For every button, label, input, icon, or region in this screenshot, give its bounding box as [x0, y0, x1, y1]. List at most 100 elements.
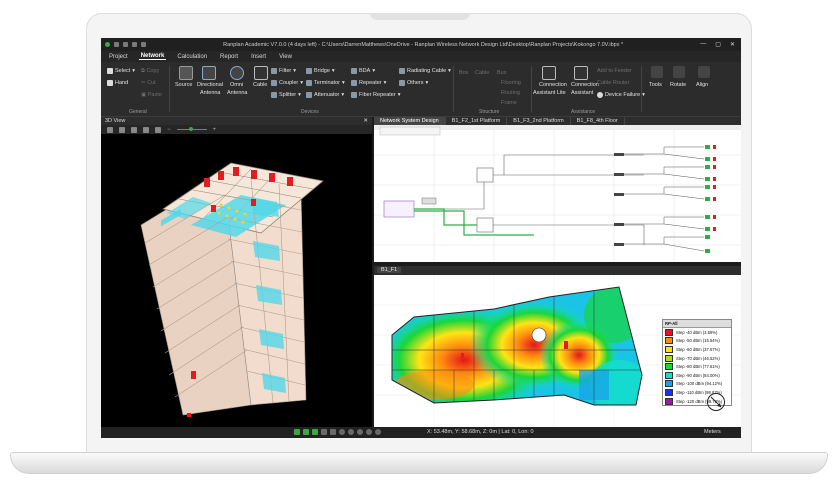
connection-lite-label-2[interactable]: Assistant Lite [533, 90, 566, 96]
legend-swatch [665, 345, 673, 353]
paste-tool[interactable]: ▣ Paste [141, 92, 162, 98]
zoom-out-status-icon[interactable] [348, 429, 354, 435]
tools-button[interactable]: Tools [649, 82, 662, 88]
structure-routing[interactable]: Routing [501, 90, 520, 96]
fit-view-icon[interactable] [330, 429, 336, 435]
rotate-icon[interactable] [673, 66, 685, 78]
pan-icon[interactable] [375, 429, 381, 435]
others-button[interactable]: Others ▾ [399, 80, 428, 86]
layer-toggle-icon[interactable] [321, 429, 327, 435]
legend-item[interactable]: Step -60 dBm (37.67%) [663, 345, 731, 354]
open-icon[interactable] [123, 42, 128, 47]
structure-flooring[interactable]: Flooring [501, 80, 521, 86]
filter-view-icon[interactable] [155, 126, 161, 133]
layers-icon[interactable] [131, 126, 137, 133]
others-icon [399, 80, 405, 86]
select-tool[interactable]: Select ▾ [107, 68, 135, 74]
tab-b1-f8[interactable]: B1_F8_4th Floor [571, 117, 625, 125]
structure-bus[interactable]: Bus [497, 70, 506, 76]
zoom-in-icon[interactable]: + [213, 127, 217, 133]
directional-antenna-icon[interactable] [202, 66, 216, 80]
connection-lite-label-1[interactable]: Connection [539, 82, 567, 88]
ribbon-divider [453, 66, 454, 112]
directional-antenna-label-1[interactable]: Directional [197, 82, 223, 88]
connection-lite-icon[interactable] [542, 66, 556, 80]
menu-calculation[interactable]: Calculation [175, 54, 209, 60]
fiber-repeater-button[interactable]: Fiber Repeater ▾ [351, 92, 400, 98]
view-3d-pane[interactable]: 3D View ✕ − + [101, 117, 372, 427]
save-icon[interactable] [114, 42, 119, 47]
hand-tool[interactable]: Hand [107, 80, 128, 86]
directional-antenna-label-2[interactable]: Antenna [200, 90, 221, 96]
omni-antenna-label-2[interactable]: Antenna [227, 90, 248, 96]
device-failure-button[interactable]: Device Failure ▾ [597, 92, 645, 98]
omni-antenna-label-1[interactable]: Omni [230, 82, 243, 88]
undo-icon[interactable] [132, 42, 137, 47]
menu-insert[interactable]: Insert [249, 54, 268, 60]
omni-antenna-icon[interactable] [230, 66, 244, 80]
menu-project[interactable]: Project [107, 54, 130, 60]
legend-item[interactable]: Step -40 dBm (3.59%) [663, 328, 731, 337]
network-schematic-pane[interactable] [374, 125, 741, 262]
menu-bar: Project Network Calculation Report Inser… [101, 51, 741, 62]
zoom-out-icon[interactable]: − [167, 127, 171, 133]
connection-assistant-label-1[interactable]: Connection [571, 82, 599, 88]
grid-icon[interactable] [303, 429, 309, 435]
menu-view[interactable]: View [277, 54, 294, 60]
tab-network-system-design[interactable]: Network System Design [374, 117, 446, 125]
align-button[interactable]: Align [696, 82, 708, 88]
ortho-icon[interactable] [312, 429, 318, 435]
cable-icon[interactable] [254, 66, 268, 80]
radiating-cable-button[interactable]: Radiating Cable ▾ [399, 68, 451, 74]
splitter-button[interactable]: Splitter ▾ [271, 92, 301, 98]
source-button[interactable]: Source [175, 82, 192, 88]
tab-b1-f1[interactable]: B1_F1 [377, 267, 402, 273]
legend-item[interactable]: Step -100 dBm (94.12%) [663, 380, 731, 389]
legend-item[interactable]: Step -70 dBm (46.52%) [663, 354, 731, 363]
add-to-feeder-button[interactable]: Add to Feeder [597, 68, 632, 74]
menu-network[interactable]: Network [138, 53, 167, 60]
legend-item[interactable]: Step -50 dBm (15.54%) [663, 337, 731, 346]
schematic-toolbar[interactable] [379, 126, 441, 136]
minimize-button[interactable]: — [700, 41, 706, 48]
source-icon[interactable] [179, 66, 193, 80]
building-3d-model[interactable] [101, 135, 372, 427]
close-pane-icon[interactable]: ✕ [363, 118, 368, 124]
rotate-button[interactable]: Rotate [670, 82, 686, 88]
tab-b1-f2[interactable]: B1_F2_1st Platform [446, 117, 508, 125]
zoom-in-status-icon[interactable] [339, 429, 345, 435]
network-schematic[interactable] [374, 125, 741, 262]
coupler-button[interactable]: Coupler ▾ [271, 80, 303, 86]
cable-router-button[interactable]: Cable Router [597, 80, 629, 86]
cable-button[interactable]: Cable [253, 82, 267, 88]
legend-item[interactable]: Step -80 dBm (77.61%) [663, 362, 731, 371]
repeater-button[interactable]: Repeater ▾ [351, 80, 386, 86]
floor-plan-pane[interactable]: Network RP-All Step -40 dBm (3.59%)Step … [374, 275, 741, 427]
legend-item[interactable]: Step -90 dBm (84.00%) [663, 371, 731, 380]
attenuator-button[interactable]: Attenuator ▾ [306, 92, 344, 98]
settings-icon[interactable] [143, 126, 149, 133]
structure-box[interactable]: Box [459, 70, 468, 76]
zoom-window-icon[interactable] [357, 429, 363, 435]
bda-button[interactable]: BDA ▾ [351, 68, 375, 74]
view-home-icon[interactable] [107, 126, 113, 133]
bridge-button[interactable]: Bridge ▾ [306, 68, 335, 74]
maximize-button[interactable]: ▢ [715, 41, 721, 48]
structure-cable[interactable]: Cable [475, 70, 489, 76]
zoom-slider[interactable] [176, 127, 207, 131]
cut-tool[interactable]: ✂ Cut [141, 80, 156, 86]
snap-icon[interactable] [294, 429, 300, 435]
structure-frame[interactable]: Frame [501, 100, 517, 106]
terminator-button[interactable]: Terminator ▾ [306, 80, 345, 86]
view-cube-icon[interactable] [119, 126, 125, 133]
filter-button[interactable]: Filter ▾ [271, 68, 296, 74]
connection-assistant-label-2[interactable]: Assistant [571, 90, 593, 96]
connection-assistant-icon[interactable] [574, 66, 588, 80]
copy-tool[interactable]: ⧉ Copy [141, 68, 159, 75]
zoom-extents-icon[interactable] [366, 429, 372, 435]
close-button[interactable]: ✕ [730, 41, 735, 48]
menu-report[interactable]: Report [218, 54, 240, 60]
align-icon[interactable] [698, 66, 710, 78]
tools-icon[interactable] [651, 66, 663, 78]
tab-b1-f3[interactable]: B1_F3_2nd Platform [507, 117, 571, 125]
